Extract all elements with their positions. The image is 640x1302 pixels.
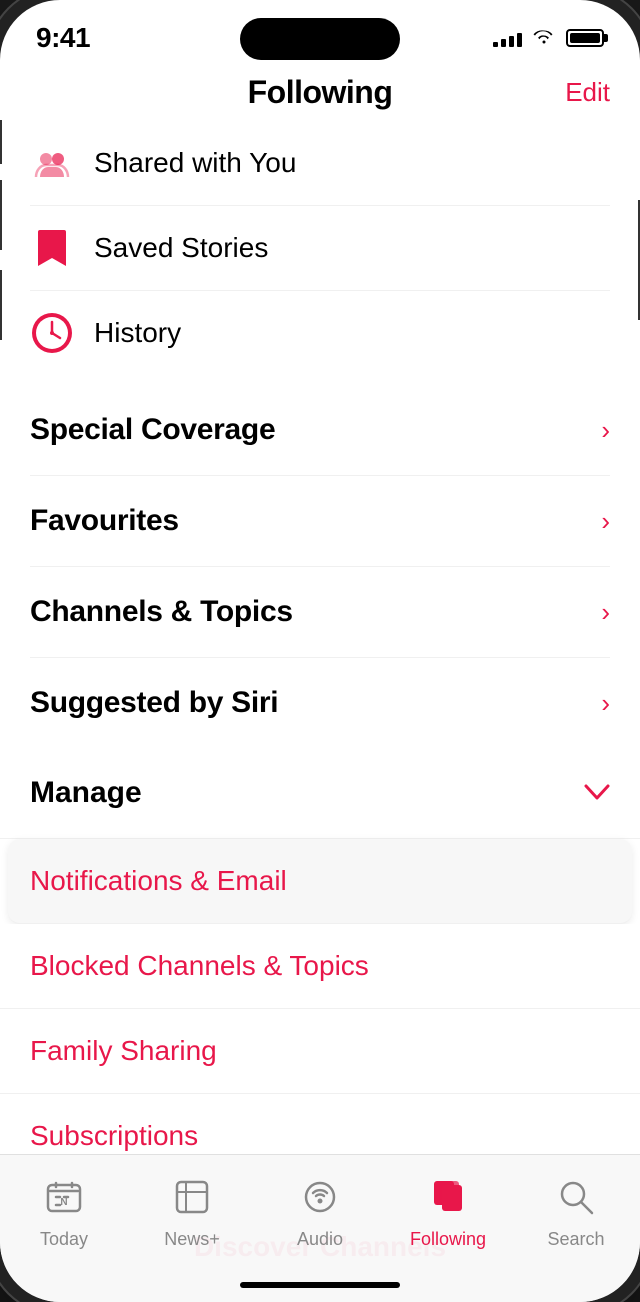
favourites-label: Favourites — [30, 504, 179, 538]
tab-audio-label: Audio — [297, 1229, 343, 1250]
edit-button[interactable]: Edit — [565, 77, 610, 108]
shared-icon — [30, 141, 74, 185]
chevron-right-icon-2: › — [601, 506, 610, 537]
nav-header: Following Edit — [0, 58, 640, 121]
following-icon — [422, 1171, 474, 1223]
signal-icon — [493, 29, 522, 47]
page-title: Following — [248, 74, 393, 111]
special-coverage-label: Special Coverage — [30, 413, 275, 447]
tab-following[interactable]: Following — [398, 1171, 498, 1250]
family-sharing-item[interactable]: Family Sharing — [0, 1009, 640, 1094]
top-menu-list: Shared with You Saved Stories — [0, 121, 640, 375]
section-list: Special Coverage › Favourites › Channels… — [0, 385, 640, 748]
tab-bar: N Today News+ — [0, 1154, 640, 1302]
saved-stories-label: Saved Stories — [94, 232, 268, 264]
chevron-down-icon — [584, 778, 610, 809]
family-sharing-label: Family Sharing — [30, 1035, 217, 1066]
special-coverage-item[interactable]: Special Coverage › — [30, 385, 610, 476]
phone-frame: 9:41 Following Edit — [0, 0, 640, 1302]
signal-bar-1 — [493, 42, 498, 47]
channels-topics-label: Channels & Topics — [30, 595, 293, 629]
today-icon: N — [38, 1171, 90, 1223]
notifications-email-item[interactable]: Notifications & Email — [8, 839, 632, 924]
subscriptions-label: Subscriptions — [30, 1120, 198, 1151]
favourites-item[interactable]: Favourites › — [30, 476, 610, 567]
wifi-icon — [532, 26, 556, 50]
tab-newsplus-label: News+ — [164, 1229, 220, 1250]
volume-down-button[interactable] — [0, 270, 2, 340]
suggested-siri-item[interactable]: Suggested by Siri › — [30, 658, 610, 748]
shared-with-you-label: Shared with You — [94, 147, 296, 179]
signal-bar-2 — [501, 39, 506, 47]
volume-up-button[interactable] — [0, 180, 2, 250]
tab-search[interactable]: Search — [526, 1171, 626, 1250]
tab-following-label: Following — [410, 1229, 486, 1250]
dynamic-island — [240, 18, 400, 60]
tab-today-label: Today — [40, 1229, 88, 1250]
tab-today[interactable]: N Today — [14, 1171, 114, 1250]
manage-label: Manage — [30, 776, 142, 810]
notifications-label: Notifications & Email — [30, 865, 287, 896]
suggested-siri-label: Suggested by Siri — [30, 686, 278, 720]
mute-button[interactable] — [0, 120, 2, 164]
tab-newsplus[interactable]: News+ — [142, 1171, 242, 1250]
battery-fill — [570, 33, 600, 43]
section-divider-1 — [0, 375, 640, 385]
chevron-right-icon-3: › — [601, 597, 610, 628]
clock-icon — [30, 311, 74, 355]
home-indicator — [240, 1282, 400, 1288]
status-icons — [493, 26, 604, 50]
history-label: History — [94, 317, 181, 349]
blocked-channels-item[interactable]: Blocked Channels & Topics — [0, 924, 640, 1009]
svg-text:N: N — [60, 1197, 67, 1208]
status-time: 9:41 — [36, 22, 90, 54]
saved-stories-item[interactable]: Saved Stories — [30, 206, 610, 291]
bookmark-icon — [30, 226, 74, 270]
audio-icon — [294, 1171, 346, 1223]
chevron-right-icon: › — [601, 415, 610, 446]
search-icon — [550, 1171, 602, 1223]
newsplus-icon — [166, 1171, 218, 1223]
signal-bar-3 — [509, 36, 514, 47]
channels-topics-item[interactable]: Channels & Topics › — [30, 567, 610, 658]
history-item[interactable]: History — [30, 291, 610, 375]
tab-audio[interactable]: Audio — [270, 1171, 370, 1250]
signal-bar-4 — [517, 33, 522, 47]
manage-row[interactable]: Manage — [0, 748, 640, 839]
battery-icon — [566, 29, 604, 47]
shared-with-you-item[interactable]: Shared with You — [30, 121, 610, 206]
blocked-channels-label: Blocked Channels & Topics — [30, 950, 369, 981]
tab-search-label: Search — [547, 1229, 604, 1250]
chevron-right-icon-4: › — [601, 688, 610, 719]
